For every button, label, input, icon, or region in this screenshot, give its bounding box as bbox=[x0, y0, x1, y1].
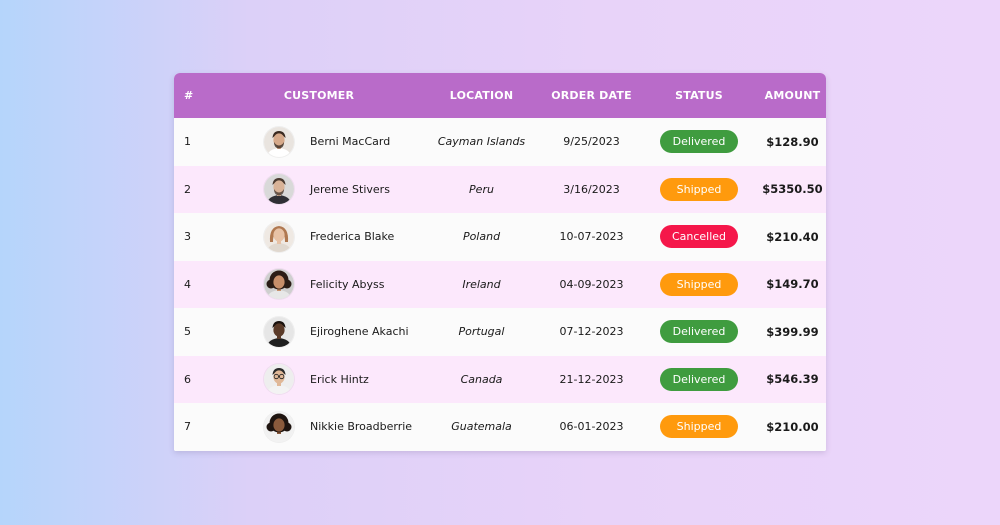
table-row: 6 Erick Hintz Canada 21-12-2023 Delivere… bbox=[174, 355, 826, 404]
customer-name: Frederica Blake bbox=[310, 230, 395, 244]
amount-cell: $399.99 bbox=[766, 324, 819, 339]
location-cell: Ireland bbox=[462, 277, 501, 291]
header-order-date: ORDER DATE bbox=[551, 89, 632, 102]
status-badge: Shipped bbox=[660, 415, 738, 439]
row-number: 2 bbox=[184, 182, 191, 196]
avatar bbox=[264, 411, 294, 442]
avatar-man-glasses-icon bbox=[264, 364, 294, 395]
order-date-cell: 06-01-2023 bbox=[559, 420, 624, 434]
avatar-woman-icon bbox=[264, 221, 294, 252]
status-cell: Shipped bbox=[639, 261, 759, 309]
customer-wrap: Nikkie Broadberrie bbox=[219, 411, 419, 442]
row-number: 5 bbox=[184, 325, 191, 339]
row-number: 1 bbox=[184, 135, 191, 149]
amount-cell: $546.39 bbox=[766, 372, 819, 387]
table-row: 3 Frederica Blake Poland 10-07-2023 Canc… bbox=[174, 213, 826, 261]
customer-cell: Erick Hintz bbox=[219, 356, 419, 404]
status-badge: Delivered bbox=[660, 367, 738, 391]
customer-wrap: Ejiroghene Akachi bbox=[219, 316, 419, 347]
status-cell: Delivered bbox=[639, 118, 759, 166]
customer-name: Erick Hintz bbox=[310, 372, 369, 386]
location-cell: Guatemala bbox=[451, 420, 512, 434]
row-number: 4 bbox=[184, 277, 191, 291]
customer-wrap: Felicity Abyss bbox=[219, 269, 419, 300]
amount-cell: $149.70 bbox=[766, 277, 819, 292]
amount-cell: $128.90 bbox=[766, 134, 819, 149]
customer-cell: Jereme Stivers bbox=[219, 166, 419, 214]
status-badge: Cancelled bbox=[660, 225, 738, 249]
row-number: 7 bbox=[184, 420, 191, 434]
order-date-cell: 21-12-2023 bbox=[559, 372, 624, 386]
avatar bbox=[264, 126, 294, 157]
customer-wrap: Frederica Blake bbox=[219, 221, 419, 252]
status-badge: Delivered bbox=[660, 130, 738, 154]
avatar bbox=[264, 221, 294, 252]
avatar-man-beard-icon bbox=[264, 174, 294, 205]
customer-wrap: Erick Hintz bbox=[219, 364, 419, 395]
customer-name: Felicity Abyss bbox=[310, 277, 385, 291]
customer-cell: Nikkie Broadberrie bbox=[219, 403, 419, 451]
table-row: 4 Felicity Abyss Ireland 04-09-2023 Ship… bbox=[174, 260, 826, 309]
status-cell: Delivered bbox=[639, 356, 759, 404]
amount-cell: $210.00 bbox=[766, 419, 819, 434]
avatar bbox=[264, 174, 294, 205]
status-badge: Delivered bbox=[660, 320, 738, 344]
amount-cell: $5350.50 bbox=[762, 182, 823, 197]
order-date-cell: 07-12-2023 bbox=[559, 325, 624, 339]
customer-cell: Berni MacCard bbox=[219, 118, 419, 166]
order-date-cell: 3/16/2023 bbox=[563, 182, 620, 196]
status-cell: Cancelled bbox=[639, 213, 759, 261]
order-date-cell: 04-09-2023 bbox=[559, 277, 624, 291]
row-number: 6 bbox=[184, 372, 191, 386]
customer-wrap: Jereme Stivers bbox=[219, 174, 419, 205]
customer-cell: Frederica Blake bbox=[219, 213, 419, 261]
table-row: 7 Nikkie Broadberrie Guatemala 06-01-202… bbox=[174, 403, 826, 451]
customer-name: Berni MacCard bbox=[310, 135, 391, 149]
order-date-cell: 10-07-2023 bbox=[559, 230, 624, 244]
status-badge: Shipped bbox=[660, 272, 738, 296]
table-header: # CUSTOMER LOCATION ORDER DATE STATUS AM… bbox=[174, 73, 826, 118]
header-customer: CUSTOMER bbox=[283, 89, 355, 102]
avatar bbox=[264, 269, 294, 300]
avatar-woman-curly-icon bbox=[264, 411, 294, 442]
order-date-cell: 9/25/2023 bbox=[563, 135, 620, 149]
avatar-woman-curly-icon bbox=[264, 269, 294, 300]
header-status: STATUS bbox=[675, 89, 723, 102]
customer-cell: Ejiroghene Akachi bbox=[219, 308, 419, 356]
avatar-man-icon bbox=[264, 316, 294, 347]
customer-name: Nikkie Broadberrie bbox=[310, 420, 413, 434]
table-row: 2 Jereme Stivers Peru 3/16/2023 Shipped … bbox=[174, 165, 826, 214]
avatar bbox=[264, 316, 294, 347]
orders-table: # CUSTOMER LOCATION ORDER DATE STATUS AM… bbox=[174, 73, 826, 451]
status-cell: Delivered bbox=[639, 308, 759, 356]
customer-cell: Felicity Abyss bbox=[219, 261, 419, 309]
table-row: 1 Berni MacCard Cayman Islands 9/25/2023… bbox=[174, 118, 826, 166]
table-header-row: # CUSTOMER LOCATION ORDER DATE STATUS AM… bbox=[174, 73, 826, 118]
customer-wrap: Berni MacCard bbox=[219, 126, 419, 157]
orders-table-card: # CUSTOMER LOCATION ORDER DATE STATUS AM… bbox=[174, 73, 826, 451]
avatar bbox=[264, 364, 294, 395]
header-location: LOCATION bbox=[449, 89, 514, 102]
table-row: 5 Ejiroghene Akachi Portugal 07-12-2023 … bbox=[174, 308, 826, 356]
customer-name: Jereme Stivers bbox=[310, 182, 390, 196]
location-cell: Cayman Islands bbox=[437, 135, 526, 149]
customer-name: Ejiroghene Akachi bbox=[310, 325, 409, 339]
location-cell: Canada bbox=[460, 372, 503, 386]
location-cell: Peru bbox=[469, 182, 494, 196]
row-number: 3 bbox=[184, 230, 191, 244]
status-cell: Shipped bbox=[639, 166, 759, 214]
status-cell: Shipped bbox=[639, 403, 759, 451]
table-body: 1 Berni MacCard Cayman Islands 9/25/2023… bbox=[174, 118, 826, 451]
page-background: { "table": { "headers": { "num": "#", "c… bbox=[0, 0, 1000, 525]
header-num: # bbox=[184, 89, 194, 102]
header-amount: AMOUNT bbox=[764, 89, 821, 102]
location-cell: Portugal bbox=[458, 325, 505, 339]
amount-cell: $210.40 bbox=[766, 229, 819, 244]
location-cell: Poland bbox=[462, 230, 501, 244]
status-badge: Shipped bbox=[660, 177, 738, 201]
avatar-man-beard-icon bbox=[264, 126, 294, 157]
